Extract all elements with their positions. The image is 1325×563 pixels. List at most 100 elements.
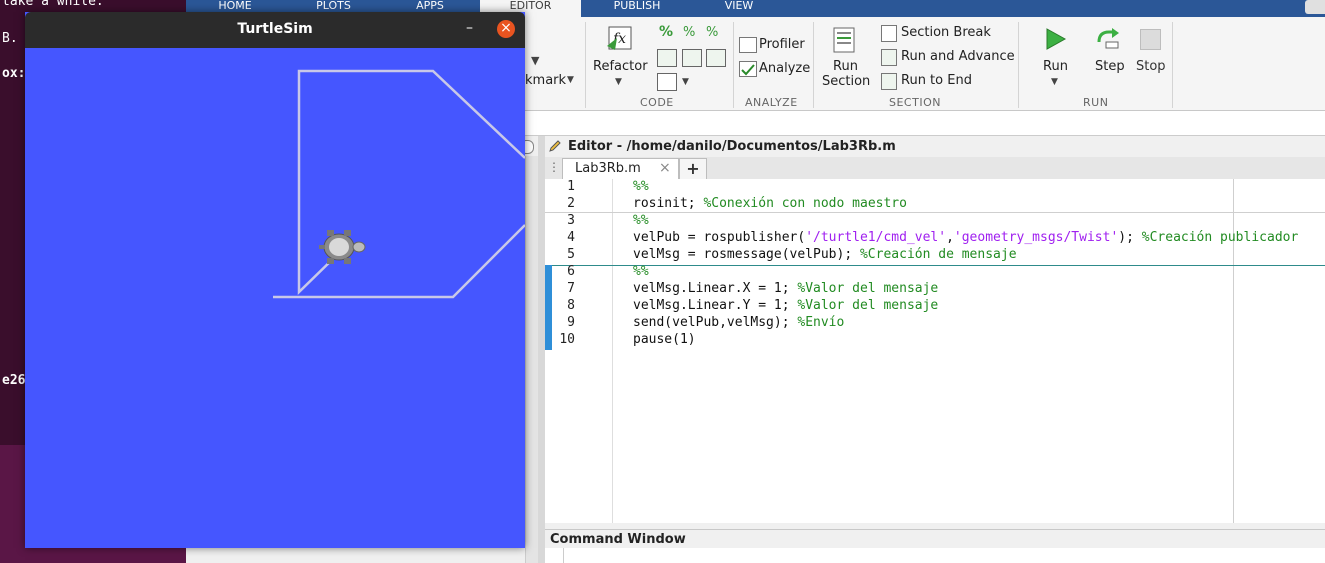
- code-line[interactable]: rosinit; %Conexión con nodo maestro: [633, 196, 907, 211]
- run-and-advance-button[interactable]: Run and Advance: [901, 49, 1015, 64]
- close-tab-icon[interactable]: ×: [659, 160, 671, 176]
- code-token: %Conexión con nodo maestro: [703, 196, 907, 211]
- code-token: %%: [633, 213, 649, 228]
- step-icon[interactable]: [1096, 28, 1122, 50]
- turtle-trail-svg: [273, 69, 526, 299]
- code-token: %Valor del mensaje: [797, 298, 939, 313]
- chevron-down-icon[interactable]: ▼: [531, 54, 539, 67]
- tab-view[interactable]: VIEW: [706, 0, 772, 17]
- code-token: %Creación publicador: [1141, 230, 1299, 245]
- stop-icon[interactable]: [1140, 29, 1161, 50]
- analyze-button[interactable]: Analyze: [759, 61, 810, 76]
- stop-button[interactable]: Stop: [1136, 59, 1166, 74]
- refactor-icon[interactable]: fx: [605, 24, 635, 52]
- tab-list-grip-icon[interactable]: ⋮: [548, 160, 560, 174]
- section-break-icon[interactable]: [881, 25, 897, 42]
- step-button[interactable]: Step: [1095, 59, 1125, 74]
- code-line[interactable]: %%: [633, 179, 649, 194]
- group-divider: [1172, 22, 1173, 108]
- add-tab-button[interactable]: +: [679, 158, 707, 180]
- group-divider: [813, 22, 814, 108]
- minimize-button[interactable]: –: [466, 20, 473, 36]
- search-docs-button[interactable]: [1305, 0, 1325, 14]
- code-token: velMsg.Linear.Y = 1;: [633, 298, 798, 313]
- group-divider: [585, 22, 586, 108]
- file-tab-lab3rb[interactable]: Lab3Rb.m ×: [562, 158, 679, 180]
- code-token: velMsg = rosmessage(velPub);: [633, 247, 860, 262]
- editor-pencil-icon: [548, 139, 562, 153]
- code-line[interactable]: %%: [633, 264, 649, 279]
- run-and-advance-icon[interactable]: [881, 49, 897, 66]
- turtlesim-title-bar[interactable]: TurtleSim – ×: [25, 12, 525, 48]
- profiler-icon[interactable]: [739, 37, 757, 53]
- code-token: velPub = rospublisher(: [633, 230, 806, 245]
- terminal-line: ox:: [2, 66, 26, 81]
- run-to-end-icon[interactable]: [881, 73, 897, 90]
- function-icon[interactable]: [657, 73, 677, 91]
- window-title: TurtleSim: [237, 21, 313, 37]
- wrap-comments-icon[interactable]: %: [706, 25, 718, 40]
- turtle-icon: [319, 230, 366, 264]
- line-number: 4: [567, 230, 575, 245]
- line-number: 3: [567, 213, 575, 228]
- code-token: ,: [946, 230, 954, 245]
- code-line[interactable]: send(velPub,velMsg); %Envío: [633, 315, 844, 330]
- group-divider: [1018, 22, 1019, 108]
- code-token: %Valor del mensaje: [797, 281, 939, 296]
- line-number: 9: [567, 315, 575, 330]
- pane-splitter[interactable]: [538, 136, 545, 563]
- code-line[interactable]: velMsg.Linear.X = 1; %Valor del mensaje: [633, 281, 938, 296]
- bookmark-button-label[interactable]: kmark: [525, 73, 566, 88]
- command-window[interactable]: [545, 548, 1325, 563]
- run-section-button-line2[interactable]: Section: [822, 74, 870, 89]
- run-to-end-button[interactable]: Run to End: [901, 73, 972, 88]
- chevron-down-icon[interactable]: ▼: [615, 77, 622, 87]
- code-token: %%: [633, 179, 649, 194]
- code-line[interactable]: velMsg.Linear.Y = 1; %Valor del mensaje: [633, 298, 938, 313]
- section-divider-active: [545, 265, 1325, 266]
- chevron-down-icon[interactable]: ▼: [567, 75, 574, 85]
- line-number: 2: [567, 196, 575, 211]
- code-token: send(velPub,velMsg);: [633, 315, 798, 330]
- tab-publish[interactable]: PUBLISH: [596, 0, 678, 17]
- line-number: 8: [567, 298, 575, 313]
- section-break-button[interactable]: Section Break: [901, 25, 991, 40]
- turtlesim-canvas: [25, 48, 526, 548]
- code-line[interactable]: %%: [633, 213, 649, 228]
- pane-scrollbar[interactable]: [525, 156, 539, 563]
- run-button[interactable]: Run: [1043, 59, 1068, 74]
- code-token: rosinit;: [633, 196, 704, 211]
- code-token: %%: [633, 264, 649, 279]
- run-section-button[interactable]: Run: [833, 59, 858, 74]
- chevron-down-icon[interactable]: ▼: [1051, 77, 1058, 87]
- decrease-indent-icon[interactable]: [706, 49, 726, 67]
- refactor-button[interactable]: Refactor: [593, 59, 648, 74]
- group-label-analyze: ANALYZE: [745, 96, 798, 109]
- profiler-button[interactable]: Profiler: [759, 37, 805, 52]
- close-button[interactable]: ×: [497, 20, 515, 38]
- indent-icon[interactable]: [657, 49, 677, 67]
- code-line[interactable]: pause(1): [633, 332, 696, 347]
- file-tab-label: Lab3Rb.m: [575, 161, 641, 176]
- increase-indent-icon[interactable]: [682, 49, 702, 67]
- line-number: 6: [567, 264, 575, 279]
- analyze-icon[interactable]: [739, 61, 757, 77]
- code-token: '/turtle1/cmd_vel': [805, 230, 947, 245]
- code-token: %Envío: [797, 315, 845, 330]
- line-number: 7: [567, 281, 575, 296]
- code-line[interactable]: velMsg = rosmessage(velPub); %Creación d…: [633, 247, 1017, 262]
- uncomment-icon[interactable]: %: [683, 25, 695, 40]
- run-section-icon[interactable]: [832, 27, 856, 53]
- code-token: pause(1): [633, 332, 696, 347]
- group-label-code: CODE: [640, 96, 674, 109]
- run-icon[interactable]: [1044, 27, 1068, 51]
- group-divider: [733, 22, 734, 108]
- code-token: 'geometry_msgs/Twist': [953, 230, 1119, 245]
- code-line[interactable]: velPub = rospublisher('/turtle1/cmd_vel'…: [633, 230, 1298, 245]
- comment-icon[interactable]: %: [659, 24, 673, 40]
- code-token: %Creación de mensaje: [859, 247, 1017, 262]
- chevron-down-icon[interactable]: ▼: [682, 77, 689, 87]
- command-window-title-bar: Command Window: [545, 529, 1325, 549]
- command-window-margin: [563, 548, 564, 563]
- editor-title-bar: Editor - /home/danilo/Documentos/Lab3Rb.…: [545, 137, 1325, 156]
